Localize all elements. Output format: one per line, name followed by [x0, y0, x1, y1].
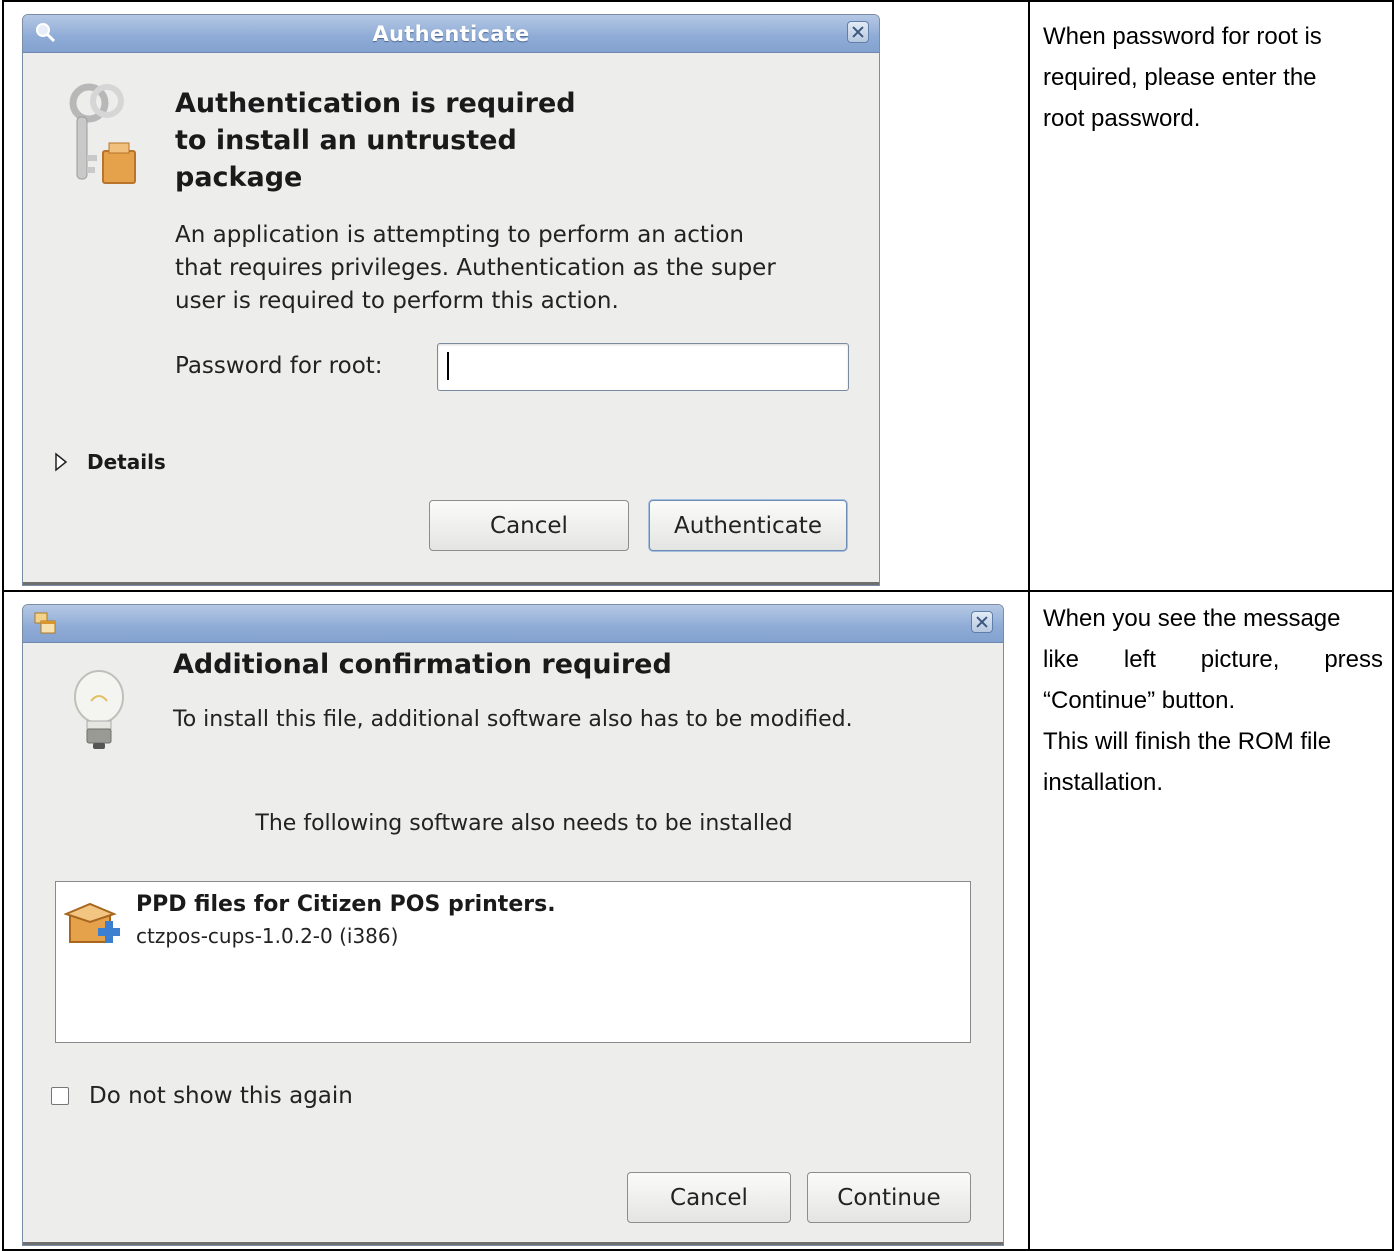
- list-item[interactable]: PPD files for Citizen POS printers. ctzp…: [56, 882, 970, 972]
- dont-show-label: Do not show this again: [89, 1083, 353, 1109]
- text-caret: [447, 352, 449, 380]
- window-bottom-edge: [23, 582, 879, 585]
- table-border-top: [2, 0, 1394, 2]
- package-version: ctzpos-cups-1.0.2-0 (i386): [136, 924, 399, 948]
- cancel-button[interactable]: Cancel: [429, 500, 629, 551]
- close-button[interactable]: [971, 611, 993, 633]
- table-border-left: [2, 0, 4, 1251]
- dialog-heading: Additional confirmation required: [173, 649, 672, 680]
- table-column-divider: [1028, 0, 1030, 1251]
- details-label: Details: [87, 450, 166, 474]
- package-name: PPD files for Citizen POS printers.: [136, 892, 556, 917]
- continue-button[interactable]: Continue: [807, 1172, 971, 1223]
- title-bar: Authenticate: [23, 15, 879, 53]
- table-row-divider: [2, 590, 1394, 592]
- authenticate-button[interactable]: Authenticate: [649, 500, 847, 551]
- keys-package-icon: [69, 83, 136, 184]
- auth-instruction-note: When password for root is required, plea…: [1043, 23, 1322, 132]
- confirm-instruction-note: When you see the message like left pictu…: [1043, 605, 1383, 796]
- close-button[interactable]: [847, 21, 869, 43]
- window-bottom-edge: [23, 1242, 1003, 1245]
- dont-show-option[interactable]: Do not show this again: [51, 1081, 353, 1111]
- confirmation-dialog: Additional confirmation required To inst…: [22, 604, 1004, 1246]
- window-title: Authenticate: [372, 22, 530, 46]
- dialog-heading: Authentication is required to install an…: [175, 88, 576, 193]
- authenticate-dialog: Authenticate Authentication is required …: [22, 14, 880, 586]
- dialog-message: An application is attempting to perform …: [175, 222, 776, 314]
- details-expander[interactable]: Details: [53, 447, 166, 477]
- dialog-message: To install this file, additional softwar…: [173, 707, 853, 732]
- password-field[interactable]: [437, 343, 849, 391]
- package-add-icon: [64, 902, 120, 943]
- dont-show-checkbox[interactable]: [51, 1087, 69, 1105]
- expander-triangle-icon: [55, 452, 68, 472]
- cancel-button[interactable]: Cancel: [627, 1172, 791, 1223]
- window-stack-icon: [34, 612, 56, 634]
- software-list[interactable]: PPD files for Citizen POS printers. ctzp…: [55, 881, 971, 1043]
- lightbulb-icon: [74, 670, 124, 749]
- password-label: Password for root:: [175, 353, 383, 379]
- title-bar: [23, 605, 1003, 643]
- dialog-sub-message: The following software also needs to be …: [255, 811, 793, 836]
